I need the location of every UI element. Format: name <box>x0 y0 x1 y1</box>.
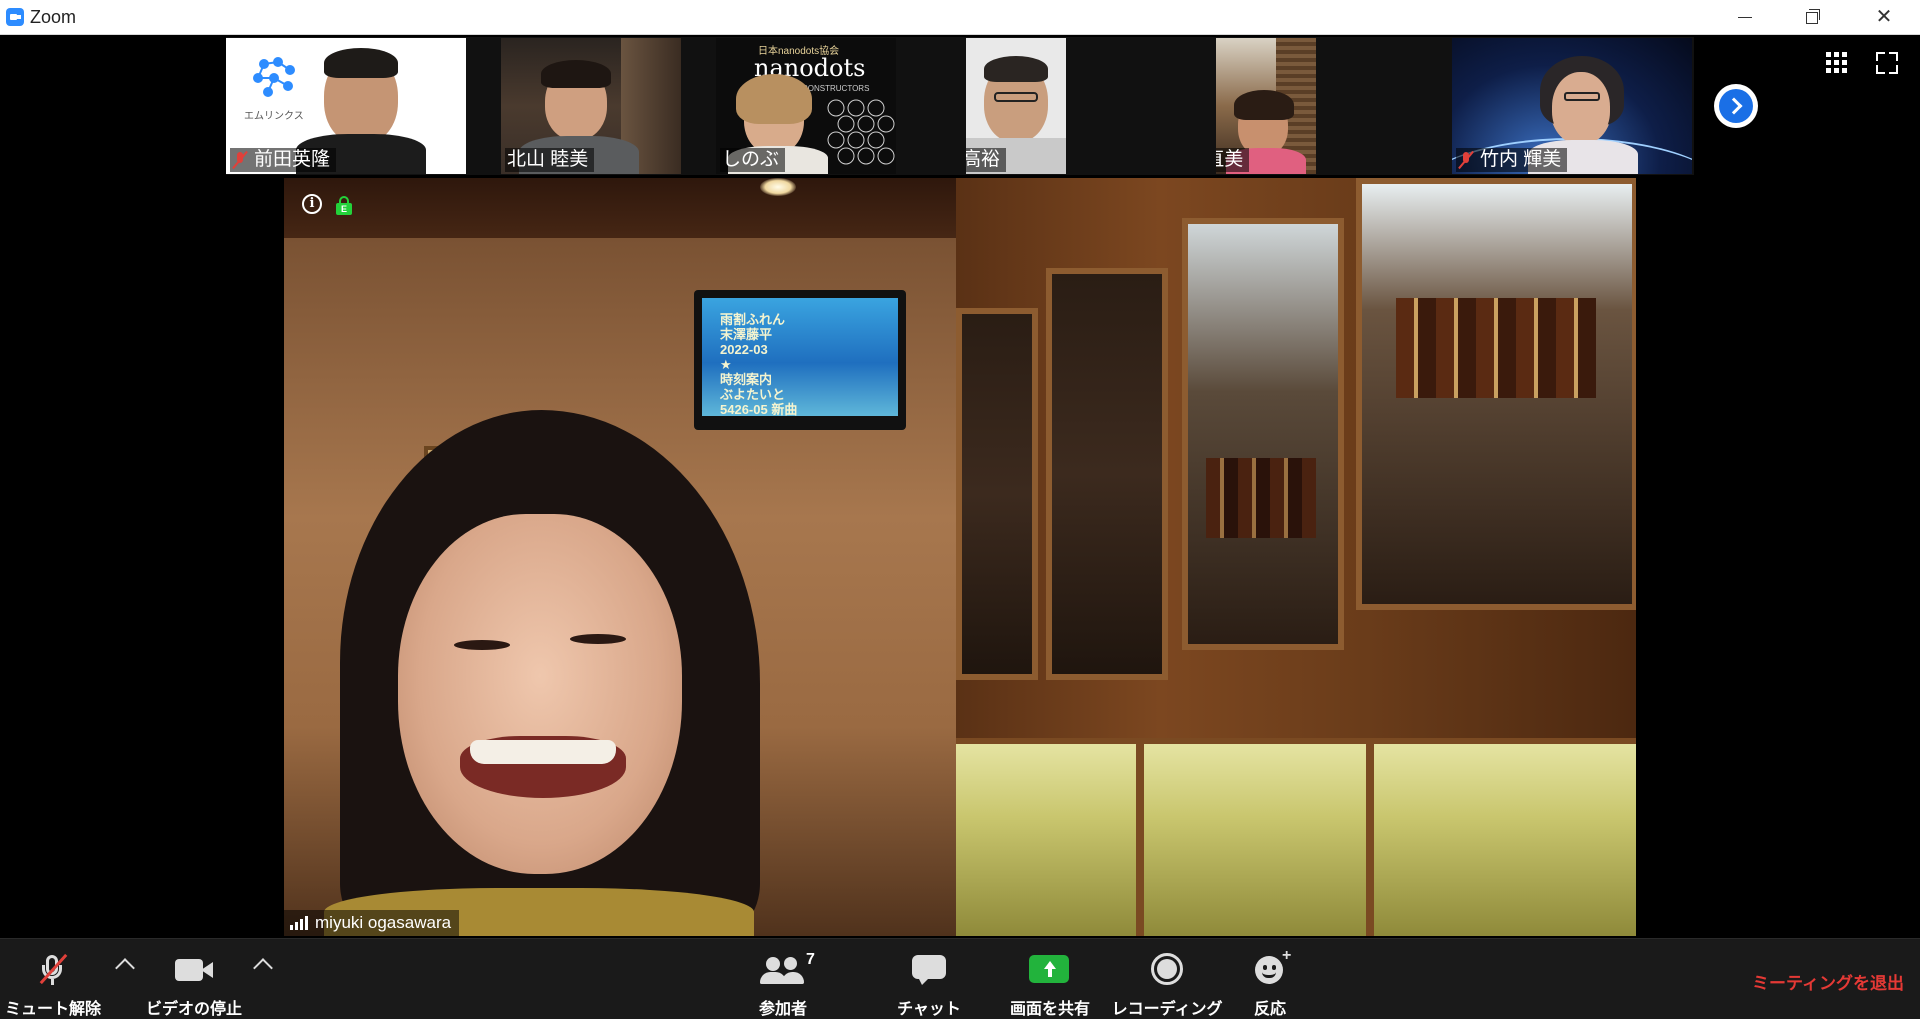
restore-button[interactable] <box>1784 0 1840 34</box>
fullscreen-icon[interactable] <box>1876 52 1898 74</box>
muted-mic-icon <box>1458 151 1474 169</box>
participants-icon: 7 <box>760 951 815 984</box>
karaoke-tv: 雨割ふれん 末澤藤平 2022-03 ★ 時刻案内 ぶよたいと 5426-05 … <box>694 290 906 430</box>
bottle-shelf <box>1396 298 1596 398</box>
window-titlebar: Zoom ✕ <box>0 0 1920 35</box>
participant-thumbnail[interactable]: 末次高裕 <box>966 38 1066 174</box>
company-logo: エムリンクス <box>244 56 314 122</box>
record-label: レコーディング <box>1111 1001 1223 1018</box>
share-label: 画面を共有 <box>1009 1001 1090 1018</box>
next-page-button[interactable] <box>1714 84 1758 128</box>
close-button[interactable]: ✕ <box>1856 0 1912 34</box>
participants-count: 7 <box>806 951 815 968</box>
chat-label: チャット <box>897 1001 961 1018</box>
share-screen-icon <box>1027 953 1073 983</box>
chevron-right-icon <box>1719 89 1753 123</box>
stop-video-button[interactable]: ビデオの停止 <box>144 939 244 1019</box>
stop-video-label: ビデオの停止 <box>145 1001 242 1018</box>
chat-bubble-icon <box>906 953 952 985</box>
share-screen-button[interactable]: 画面を共有 <box>1004 939 1096 1019</box>
bottle-shelf <box>1206 458 1316 538</box>
participant-thumbnail[interactable]: 竹内 輝美 <box>1452 38 1692 174</box>
liquor-cabinet <box>956 178 1636 936</box>
participant-name: 北山 睦美 <box>507 149 589 170</box>
participant-name: 木原 直美 <box>1216 149 1244 170</box>
gallery-view-icon[interactable] <box>1826 52 1848 74</box>
signal-strength-icon <box>290 916 308 930</box>
participant-strip: エムリンクス 前田英隆 北山 睦美 日本nanodots協会 nanodots … <box>226 37 1694 175</box>
reactions-button[interactable]: + 反応 <box>1248 939 1292 1019</box>
ceiling-light <box>760 178 796 196</box>
emoji-reaction-icon: + <box>1247 947 1293 984</box>
speaker-name: miyuki ogasawara <box>315 913 452 932</box>
meeting-toolbar: ミュート解除 ビデオの停止 7 参加者 チャット 画面を共有 レコーディング +… <box>0 938 1920 1019</box>
participant-name: 前田英隆 <box>254 149 331 170</box>
zoom-logo-icon <box>6 8 24 26</box>
virtual-bg-subtitle: CONSTRUCTORS <box>802 84 870 93</box>
participant-thumbnail[interactable]: 日本nanodots協会 nanodots CONSTRUCTORS しのぶ <box>716 38 896 174</box>
participant-name: しのぶ <box>722 149 780 170</box>
info-icon[interactable]: i <box>302 194 322 214</box>
audio-options-chevron-icon[interactable] <box>115 958 135 978</box>
video-options-chevron-icon[interactable] <box>253 958 273 978</box>
window-title: Zoom <box>30 7 77 27</box>
lattice-pattern-icon <box>827 99 895 165</box>
company-logo-text: エムリンクス <box>244 111 304 122</box>
speaker-face <box>398 514 682 874</box>
minimize-button[interactable] <box>1716 0 1772 34</box>
tv-screen-text: 雨割ふれん 末澤藤平 2022-03 ★ 時刻案内 ぶよたいと 5426-05 … <box>720 312 798 417</box>
participant-thumbnail[interactable]: 北山 睦美 <box>501 38 681 174</box>
participant-thumbnail[interactable]: 木原 直美 <box>1216 38 1316 174</box>
microphone-muted-icon <box>30 953 76 985</box>
participant-name: 竹内 輝美 <box>1480 149 1562 170</box>
unmute-button[interactable]: ミュート解除 <box>4 939 102 1019</box>
record-icon <box>1144 953 1190 985</box>
chat-button[interactable]: チャット <box>894 939 964 1019</box>
active-speaker-video: 雨割ふれん 末澤藤平 2022-03 ★ 時刻案内 ぶよたいと 5426-05 … <box>284 178 1636 936</box>
participants-button[interactable]: 7 参加者 <box>748 939 818 1019</box>
record-button[interactable]: レコーディング <box>1112 939 1222 1019</box>
reactions-label: 反応 <box>1253 1001 1286 1018</box>
muted-mic-icon <box>232 151 248 169</box>
molecule-logo-icon <box>253 57 295 97</box>
participants-label: 参加者 <box>758 1001 807 1018</box>
encryption-lock-icon[interactable] <box>336 196 352 215</box>
video-camera-icon <box>171 953 217 983</box>
unmute-label: ミュート解除 <box>4 1001 101 1018</box>
participant-thumbnail[interactable]: エムリンクス 前田英隆 <box>226 38 466 174</box>
leave-meeting-button[interactable]: ミーティングを退出 <box>1752 969 1904 994</box>
participant-name: 末次高裕 <box>966 149 1001 170</box>
